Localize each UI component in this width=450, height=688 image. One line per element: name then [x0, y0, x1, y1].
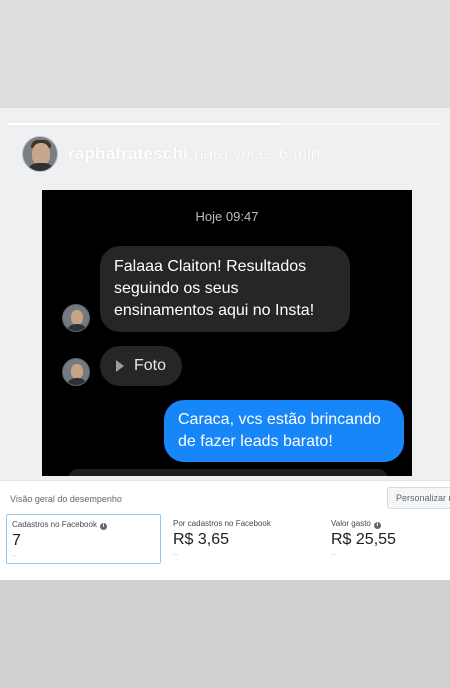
metric-comparison: -- [173, 552, 178, 559]
panel-title: Visão geral do desempenho [10, 494, 122, 504]
story-progress-bar [8, 123, 442, 125]
incoming-message: Falaaa Claiton! Resultados seguindo os s… [100, 246, 350, 332]
incoming-photo-message[interactable]: Foto [100, 346, 183, 386]
story-username[interactable]: raphafrateschi [68, 144, 188, 164]
metric-value: R$ 3,65 [173, 531, 230, 548]
metric-value: 7 [12, 532, 21, 549]
story-timestamp: 6 min [278, 144, 321, 163]
metric-card-amount-spent[interactable]: Valor gasto i R$ 25,55 -- [326, 514, 450, 564]
story-progress-fill [8, 123, 282, 125]
play-icon [116, 360, 124, 372]
top-backdrop [0, 0, 450, 108]
metric-label: Cadastros no Facebook i [12, 520, 107, 530]
next-message-peek [68, 469, 388, 476]
chat-avatar [62, 358, 90, 386]
chat-avatar [62, 304, 90, 332]
performance-panel: Visão geral do desempenho Personalizar m… [0, 480, 450, 580]
story-audience: para você [193, 144, 269, 163]
metric-label: Valor gasto i [331, 519, 381, 529]
info-icon[interactable]: i [373, 522, 381, 529]
info-icon[interactable]: i [99, 523, 107, 530]
outgoing-message: Caraca, vcs estão brincando de fazer lea… [164, 400, 404, 462]
metric-card-signups[interactable]: Cadastros no Facebook i 7 -- [6, 514, 161, 564]
bottom-backdrop [0, 580, 450, 688]
customize-metrics-button[interactable]: Personalizar métricas [387, 487, 450, 509]
chat-date: Hoje 09:47 [195, 209, 259, 224]
story-avatar[interactable] [22, 136, 58, 172]
metric-card-cost-per-signup[interactable]: Por cadastros no Facebook R$ 3,65 -- [168, 514, 318, 564]
metric-comparison: -- [12, 553, 17, 560]
metric-label: Por cadastros no Facebook [173, 519, 271, 528]
story-header: raphafrateschi para você 6 min [22, 134, 320, 174]
metric-value: R$ 25,55 [331, 531, 396, 548]
metric-comparison: -- [331, 552, 336, 559]
chat-screenshot: Hoje 09:47 Falaaa Claiton! Resultados se… [42, 190, 412, 476]
story-viewer[interactable]: raphafrateschi para você 6 min Hoje 09:4… [0, 108, 450, 580]
photo-label: Foto [134, 357, 167, 374]
